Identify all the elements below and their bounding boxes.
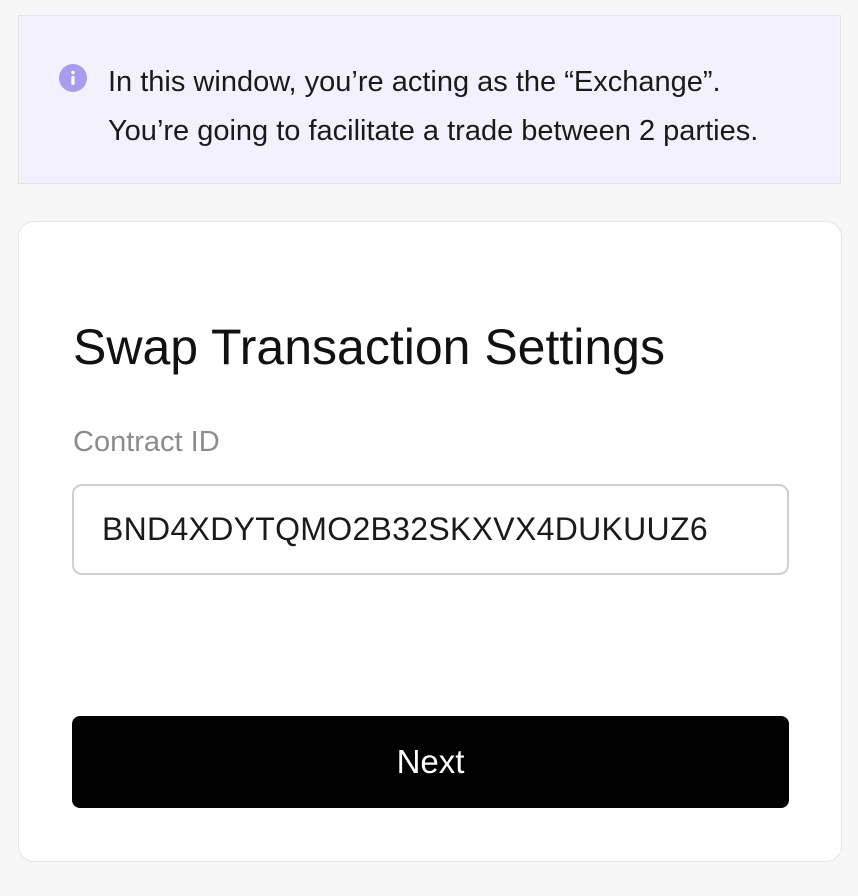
info-icon (59, 64, 87, 92)
info-banner: In this window, you’re acting as the “Ex… (18, 15, 841, 184)
page-title: Swap Transaction Settings (73, 319, 665, 375)
info-message-line-2: You’re going to facilitate a trade betwe… (108, 115, 759, 147)
next-button[interactable]: Next (72, 716, 789, 808)
swap-settings-card: Swap Transaction Settings Contract ID Ne… (18, 221, 842, 862)
contract-id-input[interactable] (72, 484, 789, 575)
info-message-line-1: In this window, you’re acting as the “Ex… (108, 66, 721, 98)
contract-id-label: Contract ID (73, 426, 220, 458)
info-message: In this window, you’re acting as the “Ex… (108, 58, 828, 156)
